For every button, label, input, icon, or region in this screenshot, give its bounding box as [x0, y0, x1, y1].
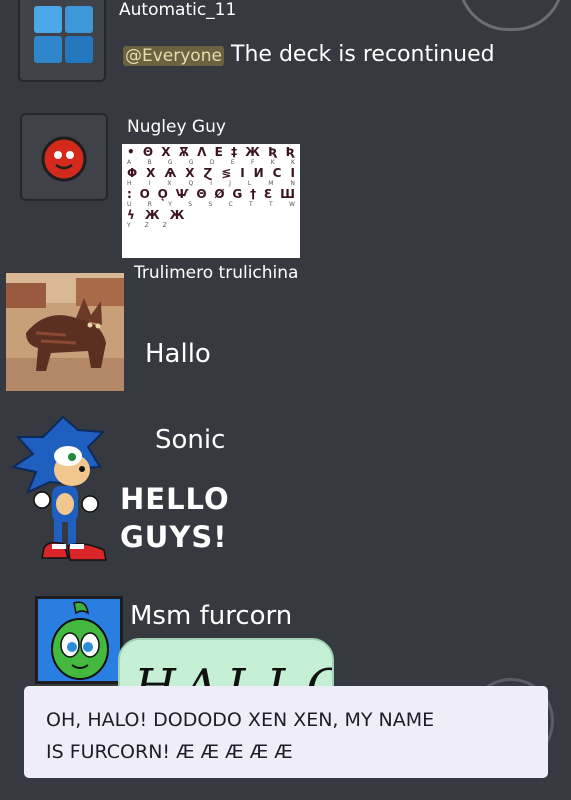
message-line: HELLO	[120, 482, 230, 516]
avatar-nugley-guy[interactable]	[20, 113, 108, 201]
glyph: Ш	[280, 187, 295, 201]
message-line: GUYS!	[120, 520, 228, 554]
furcorn-character-image	[51, 601, 109, 680]
glyph: Ⅽ	[272, 166, 282, 180]
caption-line: OH, HALO! DODODO XEN XEN, MY NAME	[46, 709, 435, 731]
latin-letter: W	[289, 201, 295, 208]
glyph: Φ	[127, 166, 138, 180]
glyph: Ǫ	[157, 187, 168, 201]
latin-letter: E	[230, 159, 235, 166]
glyph: •	[127, 145, 135, 159]
latin-letter: S	[188, 201, 193, 208]
glyph: Ⅰ	[290, 166, 295, 180]
camera-button[interactable]	[458, 0, 564, 31]
latin-letter: S	[208, 201, 213, 208]
message-body: The deck is recontinued	[231, 42, 495, 67]
alphabet-image[interactable]: • Θ Χ Ѫ Λ Ε ‡ Ж Ʀ Ʀ A B G G D E F K K Φ Ⅹ Ѧ Ⅹ Ɀ ≶ Ⅰ И Ⅽ Ⅰ H I X Q I J L M N: Ο…	[122, 144, 300, 258]
sonic-character-image	[10, 415, 107, 561]
glyph: Ⅹ	[185, 166, 195, 180]
glyph: Ɛ	[263, 187, 273, 201]
latin-letter: C	[228, 201, 233, 208]
glyph: Ж	[169, 208, 185, 222]
avatar-msm-furcorn[interactable]	[35, 596, 123, 684]
glyph: Θ	[196, 187, 207, 201]
message-body: Hallo	[145, 339, 211, 369]
latin-letter: I	[210, 180, 213, 187]
avatar-automatic-11[interactable]	[18, 0, 106, 82]
cat-painting-image	[6, 273, 124, 391]
author-name[interactable]: Automatic_11	[119, 0, 236, 20]
glyph: Ѱ	[175, 187, 189, 201]
latin-letter: Z	[162, 222, 167, 229]
caption-box: OH, HALO! DODODO XEN XEN, MY NAME IS FUR…	[24, 686, 548, 778]
glyph: Ж	[245, 145, 260, 159]
glyph-row: ϟЖЖ	[122, 209, 300, 221]
glyph: И	[253, 166, 264, 180]
glyph: Ʀ	[285, 145, 295, 159]
glyph: Ж	[144, 208, 160, 222]
glyph: Ø	[214, 187, 225, 201]
latin-letter: J	[229, 180, 231, 187]
author-name[interactable]: Sonic	[155, 424, 225, 456]
glyph-row: Φ Ⅹ Ѧ Ⅹ Ɀ ≶ Ⅰ И Ⅽ Ⅰ	[122, 167, 300, 179]
latin-row: YZZ	[122, 221, 300, 230]
message-text: @Everyone The deck is recontinued	[123, 42, 495, 67]
avatar-sonic[interactable]	[8, 412, 118, 564]
glyph: ‡	[231, 145, 238, 159]
author-name[interactable]: Nugley Guy	[127, 117, 226, 137]
avatar-trulimero[interactable]	[6, 273, 124, 391]
glyph: Ѧ	[164, 166, 177, 180]
caption-line: IS FURCORN! Æ Æ Æ Æ Æ	[46, 741, 293, 763]
glyph: Ε	[214, 145, 223, 159]
latin-letter: T	[269, 201, 273, 208]
glyph: ≶	[221, 166, 232, 180]
glyph: Λ	[197, 145, 207, 159]
glyph: Ǥ	[232, 187, 243, 201]
latin-letter: Z	[144, 222, 149, 229]
glyph: Ʀ	[268, 145, 278, 159]
windows-logo-icon	[20, 0, 104, 80]
glyph-row: : Ο Ǫ Ѱ Θ Ø Ǥ † Ɛ Ш	[122, 188, 300, 200]
glyph: :	[127, 187, 132, 201]
latin-letter: Q	[188, 180, 194, 187]
message-body: HELLO GUYS!	[120, 480, 230, 556]
glyph-row: • Θ Χ Ѫ Λ Ε ‡ Ж Ʀ Ʀ	[122, 146, 300, 158]
mention-everyone[interactable]: @Everyone	[123, 46, 224, 66]
author-name[interactable]: Msm furcorn	[130, 600, 292, 632]
glyph: Θ	[142, 145, 154, 159]
author-name[interactable]: Trulimero trulichina	[134, 263, 298, 283]
latin-letter: Y	[127, 222, 131, 229]
latin-letter: X	[167, 180, 172, 187]
latin-letter: T	[249, 201, 253, 208]
glyph: Ɀ	[203, 166, 213, 180]
glyph: ϟ	[127, 208, 135, 222]
glyph: Ѫ	[178, 145, 189, 159]
glyph: Ⅹ	[146, 166, 156, 180]
ladybug-face-icon	[41, 136, 87, 182]
glyph: Χ	[161, 145, 171, 159]
glyph: †	[250, 187, 257, 201]
glyph: Ο	[139, 187, 150, 201]
glyph: Ⅰ	[240, 166, 245, 180]
